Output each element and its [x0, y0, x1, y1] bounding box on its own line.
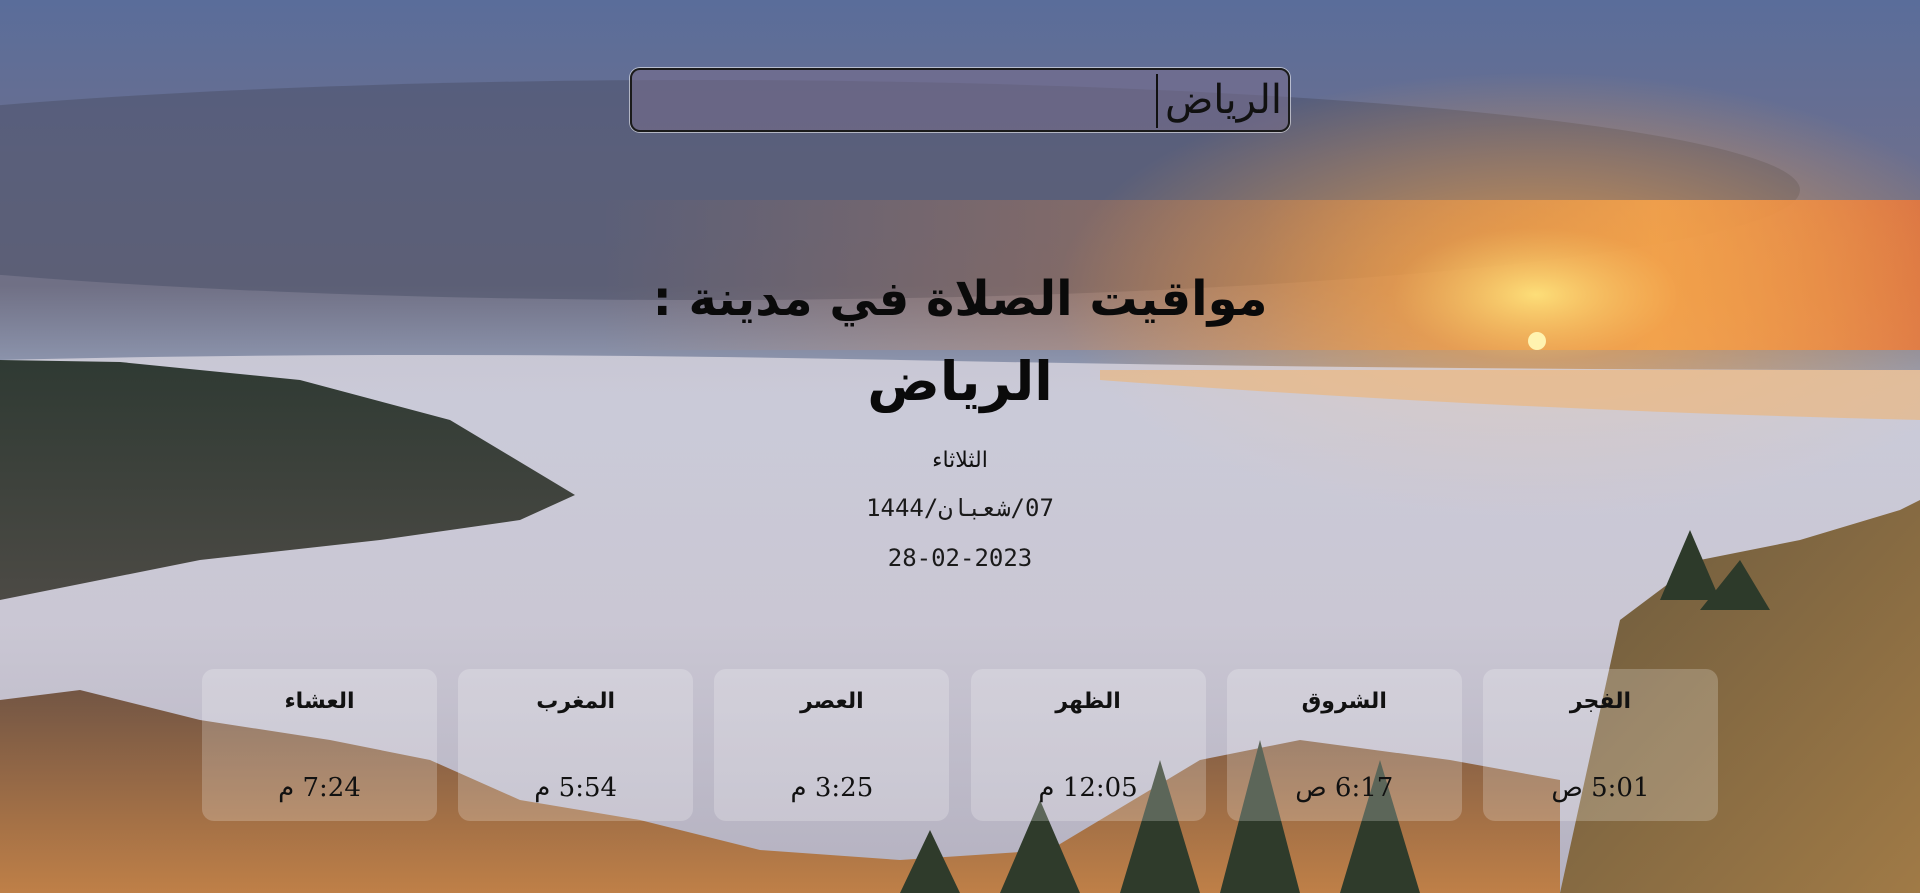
prayer-card-asr: العصر 3:25 م: [714, 669, 950, 821]
city-name: الرياض: [867, 350, 1053, 413]
prayer-card-fajr: الفجر 5:01 ص: [1482, 669, 1718, 821]
city-search-input[interactable]: [632, 70, 1288, 130]
prayer-name: الشروق: [1301, 689, 1387, 714]
prayer-name: العصر: [800, 689, 864, 714]
prayer-card-maghrib: المغرب 5:54 م: [458, 669, 694, 821]
prayer-time: 7:24 م: [278, 773, 361, 803]
prayer-name: الظهر: [1055, 689, 1121, 714]
prayer-time: 6:17 ص: [1295, 773, 1394, 803]
prayer-name: العشاء: [284, 689, 355, 714]
hijri-date: 07/شعبان/1444: [866, 494, 1054, 522]
prayer-time: 5:01 ص: [1551, 773, 1650, 803]
prayer-card-isha: العشاء 7:24 م: [202, 669, 437, 821]
prayer-times-list: الفجر 5:01 ص الشروق 6:17 ص الظهر 12:05 م…: [202, 669, 1718, 821]
city-search-box[interactable]: [630, 68, 1290, 132]
page-title: مواقيت الصلاة في مدينة :: [652, 271, 1268, 327]
prayer-card-sunrise: الشروق 6:17 ص: [1226, 669, 1462, 821]
text-cursor: [1156, 74, 1158, 128]
day-name: الثلاثاء: [932, 448, 988, 473]
prayer-card-dhuhr: الظهر 12:05 م: [970, 669, 1206, 821]
prayer-name: الفجر: [1569, 689, 1632, 714]
prayer-time: 3:25 م: [790, 773, 874, 803]
prayer-time: 5:54 م: [534, 773, 618, 803]
gregorian-date: 28-02-2023: [887, 544, 1033, 572]
prayer-name: المغرب: [536, 689, 616, 714]
prayer-time: 12:05 م: [1038, 773, 1138, 803]
